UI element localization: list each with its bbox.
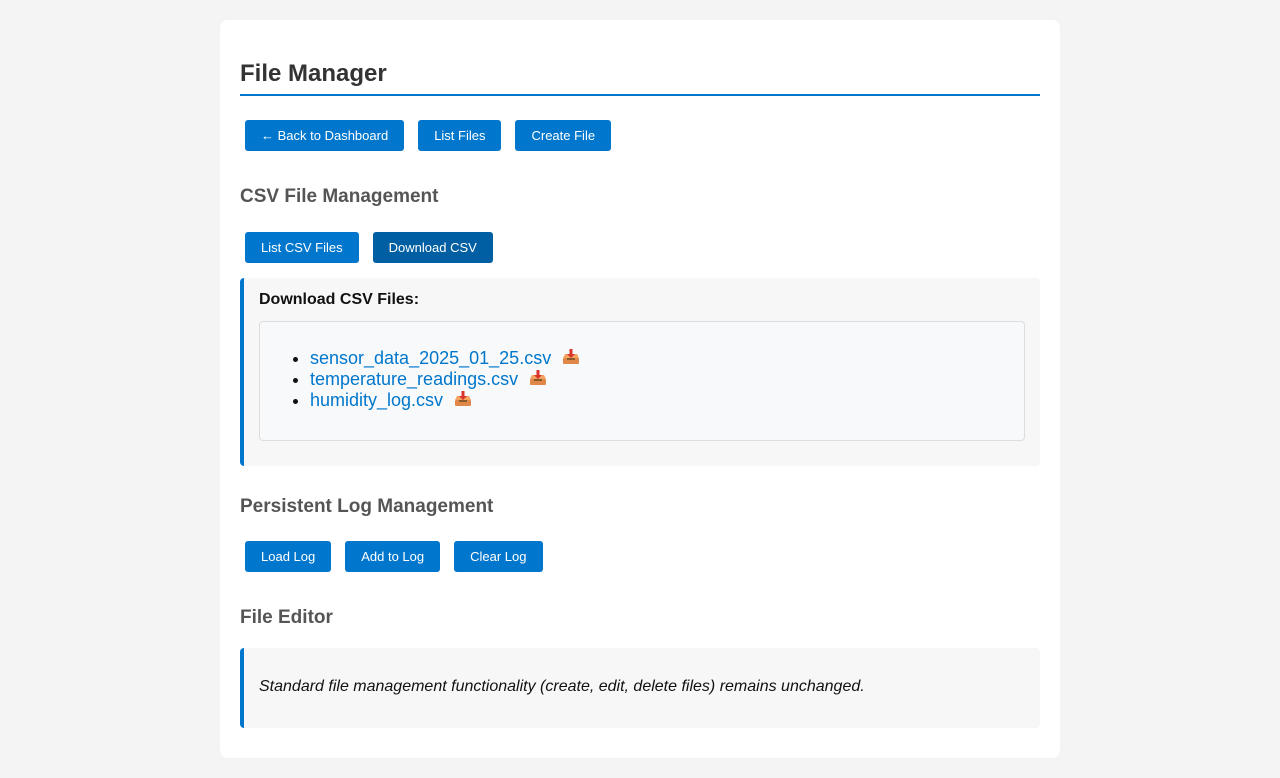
- editor-section-title: File Editor: [240, 607, 333, 628]
- list-csv-files-button[interactable]: List CSV Files: [245, 232, 359, 263]
- add-to-log-button[interactable]: Add to Log: [345, 541, 441, 572]
- list-item: humidity_log.csv: [310, 390, 580, 411]
- csv-toolbar: List CSV Files Download CSV: [245, 232, 507, 263]
- editor-note: Standard file management functionality (…: [259, 678, 865, 695]
- list-item: sensor_data_2025_01_25.csv: [310, 348, 580, 369]
- download-csv-button[interactable]: Download CSV: [372, 232, 493, 263]
- main-toolbar: ← Back to Dashboard List Files Create Fi…: [245, 120, 625, 151]
- csv-file-list-box: sensor_data_2025_01_25.csv temperature_r…: [259, 321, 1025, 441]
- download-csv-heading: Download CSV Files:: [259, 291, 420, 308]
- csv-file-list: sensor_data_2025_01_25.csv temperature_r…: [310, 348, 580, 411]
- back-to-dashboard-button[interactable]: ← Back to Dashboard: [245, 120, 405, 151]
- load-log-button[interactable]: Load Log: [245, 541, 332, 572]
- create-file-button[interactable]: Create File: [515, 120, 612, 151]
- csv-file-link[interactable]: temperature_readings.csv: [310, 369, 518, 389]
- csv-section-title: CSV File Management: [240, 186, 439, 207]
- file-manager-card: File Manager ← Back to Dashboard List Fi…: [220, 20, 1060, 758]
- inbox-tray-download-icon[interactable]: [562, 348, 580, 366]
- csv-file-link[interactable]: sensor_data_2025_01_25.csv: [310, 348, 551, 368]
- file-editor-panel: Standard file management functionality (…: [240, 648, 1040, 728]
- page-title: File Manager: [240, 60, 1040, 96]
- inbox-tray-download-icon[interactable]: [529, 369, 547, 387]
- download-csv-panel: Download CSV Files: sensor_data_2025_01_…: [240, 278, 1040, 466]
- list-files-button[interactable]: List Files: [418, 120, 502, 151]
- clear-log-button[interactable]: Clear Log: [454, 541, 543, 572]
- inbox-tray-download-icon[interactable]: [454, 390, 472, 408]
- list-item: temperature_readings.csv: [310, 369, 580, 390]
- log-section-title: Persistent Log Management: [240, 496, 494, 517]
- csv-file-link[interactable]: humidity_log.csv: [310, 390, 443, 410]
- log-toolbar: Load Log Add to Log Clear Log: [245, 541, 557, 572]
